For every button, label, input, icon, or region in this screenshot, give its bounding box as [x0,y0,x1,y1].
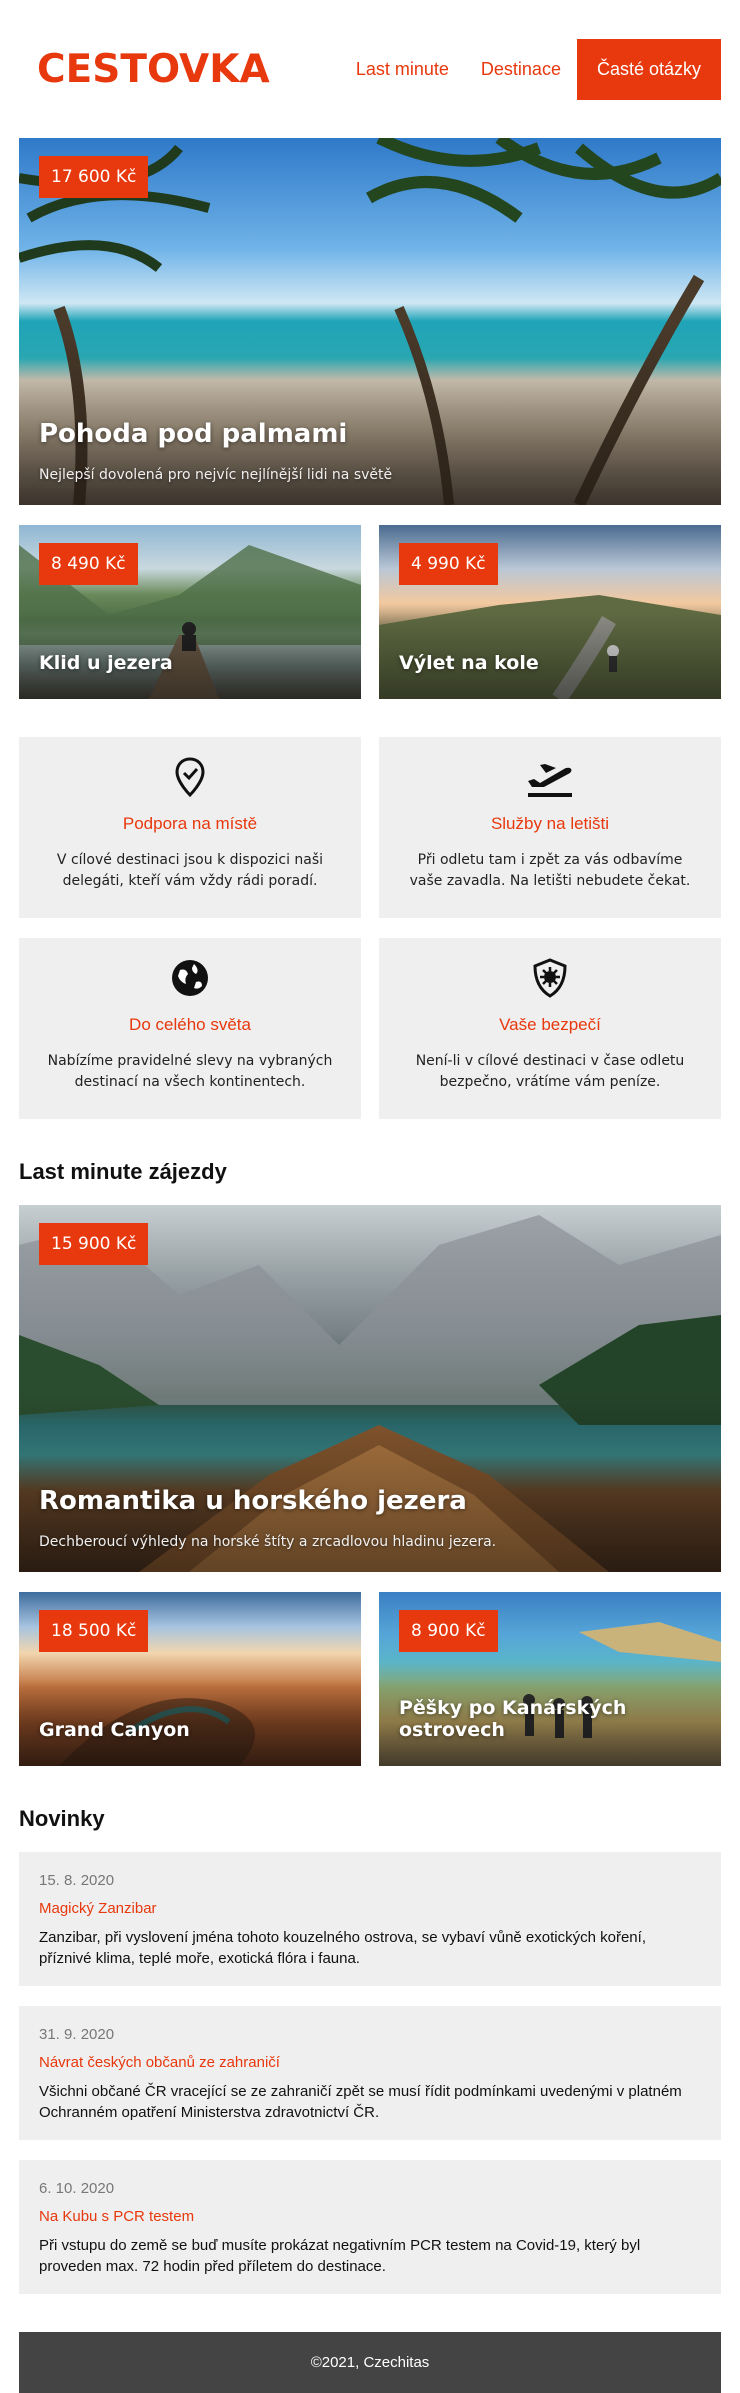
feature-svet: Do celého světa Nabízíme pravidelné slev… [19,938,361,1119]
news-title[interactable]: Na Kubu s PCR testem [39,2208,701,2225]
feature-bezpeci: Vaše bezpečí Není-li v cílové destinaci … [379,938,721,1119]
card-grand-canyon[interactable]: 18 500 Kč Grand Canyon [19,1592,361,1766]
news-date: 15. 8. 2020 [39,1872,115,1889]
card-title: Grand Canyon [39,1719,190,1741]
price-badge: 8 490 Kč [39,543,138,585]
globe-icon [172,960,208,996]
card-title: Výlet na kole [399,652,539,674]
logo[interactable]: CESTOVKA [37,47,270,92]
price-badge: 15 900 Kč [39,1223,149,1265]
feature-text: Není-li v cílové destinaci v čase odletu… [415,1053,685,1090]
card-title: Pěšky po Kanárských ostrovech [399,1697,627,1741]
feature-title: Vaše bezpečí [499,1015,601,1034]
news-item[interactable]: 6. 10. 2020 Na Kubu s PCR testem Při vst… [19,2160,721,2294]
card-subtitle: Nejlepší dovolená pro nejvíc nejlínější … [39,467,393,483]
nav-last-minute[interactable]: Last minute [340,39,465,100]
feature-podpora: Podpora na místě V cílové destinaci jsou… [19,737,361,918]
main-nav: Last minute Destinace Časté otázky [340,38,721,100]
news-date: 31. 9. 2020 [39,2026,115,2043]
card-pesky-kanarske[interactable]: 8 900 Kč Pěšky po Kanárských ostrovech [379,1592,721,1766]
site-header: CESTOVKA Last minute Destinace Časté otá… [19,0,721,138]
nav-destinace[interactable]: Destinace [465,39,577,100]
news-text: Všichni občané ČR vracející se ze zahran… [39,2083,682,2121]
card-title: Pohoda pod palmami [39,419,348,449]
shield-virus-icon [533,958,567,998]
top-cards: 8 490 Kč Klid u jezera 4 990 Kč Výlet na… [19,525,721,699]
price-badge: 17 600 Kč [39,156,149,198]
hero-card[interactable]: 17 600 Kč Pohoda pod palmami Nejlepší do… [19,138,721,505]
news-text: Zanzibar, při vyslovení jména tohoto kou… [39,1929,646,1967]
last-minute-cards: 18 500 Kč Grand Canyon 8 900 Kč Pěšky po… [19,1592,721,1766]
feature-text: V cílové destinaci jsou k dispozici naši… [56,852,324,889]
card-klid-u-jezera[interactable]: 8 490 Kč Klid u jezera [19,525,361,699]
news-date: 6. 10. 2020 [39,2180,115,2197]
airplane-departure-icon [528,764,572,797]
news-title[interactable]: Magický Zanzibar [39,1900,701,1917]
news-text: Při vstupu do země se buď musíte prokáza… [39,2237,641,2275]
feature-text: Nabízíme pravidelné slevy na vybraných d… [47,1053,333,1090]
site-footer: ©2021, Czechitas [19,2332,721,2393]
card-title: Klid u jezera [39,652,173,674]
news-item[interactable]: 31. 9. 2020 Návrat českých občanů ze zah… [19,2006,721,2140]
news-heading: Novinky [19,1806,105,1831]
price-badge: 8 900 Kč [399,1610,498,1652]
features-grid: Podpora na místě V cílové destinaci jsou… [19,737,721,1119]
card-subtitle: Dechberoucí výhledy na horské štíty a zr… [39,1534,497,1550]
feature-title: Služby na letišti [490,814,610,833]
price-badge: 4 990 Kč [399,543,498,585]
feature-title: Do celého světa [129,1015,251,1034]
feature-text: Při odletu tam i zpět za vás odbavíme va… [409,852,691,889]
card-romantika[interactable]: 15 900 Kč Romantika u horského jezera De… [19,1205,721,1572]
location-pin-icon [175,757,205,798]
news-title[interactable]: Návrat českých občanů ze zahraničí [39,2054,701,2071]
last-minute-heading: Last minute zájezdy [19,1159,227,1184]
price-badge: 18 500 Kč [39,1610,149,1652]
nav-caste-otazky[interactable]: Časté otázky [576,38,721,100]
news-item[interactable]: 15. 8. 2020 Magický Zanzibar Zanzibar, p… [19,1852,721,1986]
page: CESTOVKA Last minute Destinace Časté otá… [0,0,740,2393]
feature-sluzby: Služby na letišti Při odletu tam i zpět … [379,737,721,918]
card-vylet-na-kole[interactable]: 4 990 Kč Výlet na kole [379,525,721,699]
card-title: Romantika u horského jezera [39,1486,467,1516]
footer-text: ©2021, Czechitas [310,2354,430,2371]
feature-title: Podpora na místě [122,814,258,833]
